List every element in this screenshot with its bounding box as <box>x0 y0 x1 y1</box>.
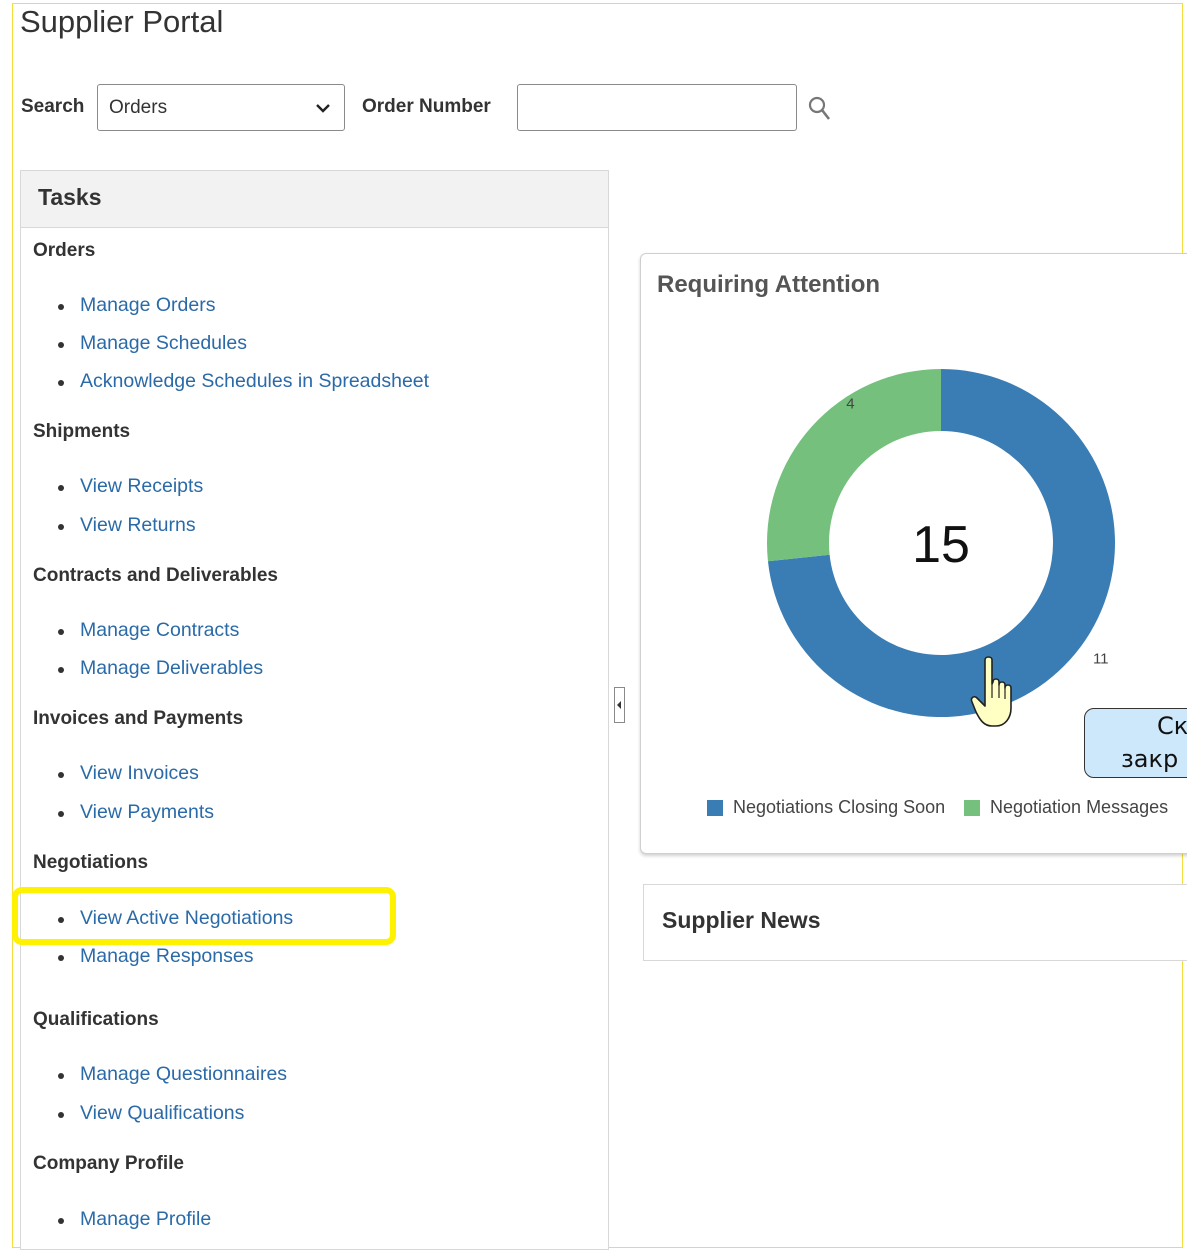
page-title: Supplier Portal <box>20 4 224 39</box>
task-group-shipments: Shipments <box>33 421 131 442</box>
task-group-invoices: Invoices and Payments <box>33 708 244 729</box>
tooltip-line-1: Ск <box>1157 712 1187 740</box>
tasks-header: Tasks <box>21 171 608 228</box>
tasks-title: Tasks <box>38 184 102 210</box>
task-link-manage-responses[interactable]: Manage Responses <box>57 945 253 968</box>
search-type-select[interactable]: Orders <box>97 84 345 131</box>
task-group-orders: Orders <box>33 240 96 261</box>
task-link-manage-schedules[interactable]: Manage Schedules <box>58 332 247 355</box>
legend-swatch-messages <box>964 800 980 816</box>
tasks-panel: Tasks Orders Manage Orders Manage Schedu… <box>20 170 609 1250</box>
legend-closing-soon[interactable]: Negotiations Closing Soon <box>733 797 945 818</box>
task-link-acknowledge-schedules[interactable]: Acknowledge Schedules in Spreadsheet <box>57 370 429 393</box>
task-link-manage-contracts[interactable]: Manage Contracts <box>57 619 239 642</box>
task-group-negotiations: Negotiations <box>33 852 149 873</box>
supplier-news-card: Supplier News <box>643 884 1187 961</box>
task-link-manage-orders[interactable]: Manage Orders <box>57 294 215 317</box>
task-link-manage-questionnaires[interactable]: Manage Questionnaires <box>57 1063 287 1086</box>
donut-label-closing-soon: 11 <box>1093 650 1109 667</box>
task-link-view-returns[interactable]: View Returns <box>58 514 196 537</box>
task-link-view-qualifications[interactable]: View Qualifications <box>57 1102 244 1125</box>
legend-swatch-closing-soon <box>707 800 723 816</box>
legend-negotiation-messages[interactable]: Negotiation Messages <box>990 797 1168 818</box>
task-link-view-receipts[interactable]: View Receipts <box>57 475 203 498</box>
collapse-panel-handle[interactable] <box>614 687 625 723</box>
order-number-label: Order Number <box>362 96 491 117</box>
task-group-company-profile: Company Profile <box>33 1153 184 1174</box>
search-icon[interactable] <box>806 94 834 124</box>
task-link-view-active-negotiations[interactable]: View Active Negotiations <box>57 907 293 930</box>
donut-center-total: 15 <box>912 516 970 574</box>
task-link-manage-profile[interactable]: Manage Profile <box>57 1208 211 1231</box>
order-number-input[interactable] <box>517 84 797 131</box>
task-group-contracts: Contracts and Deliverables <box>33 565 278 586</box>
donut-label-messages: 4 <box>846 396 854 413</box>
search-label: Search <box>21 96 85 117</box>
task-link-view-payments[interactable]: View Payments <box>57 801 214 824</box>
task-link-manage-deliverables[interactable]: Manage Deliverables <box>57 657 263 680</box>
search-type-value: Orders <box>109 97 168 118</box>
task-group-qualifications: Qualifications <box>33 1009 159 1030</box>
supplier-news-title: Supplier News <box>662 907 821 933</box>
task-link-view-invoices[interactable]: View Invoices <box>58 762 199 785</box>
chart-tooltip: Ск закр <box>1084 708 1187 778</box>
tooltip-line-2: закр <box>1121 745 1179 773</box>
chevron-down-icon <box>316 104 330 113</box>
